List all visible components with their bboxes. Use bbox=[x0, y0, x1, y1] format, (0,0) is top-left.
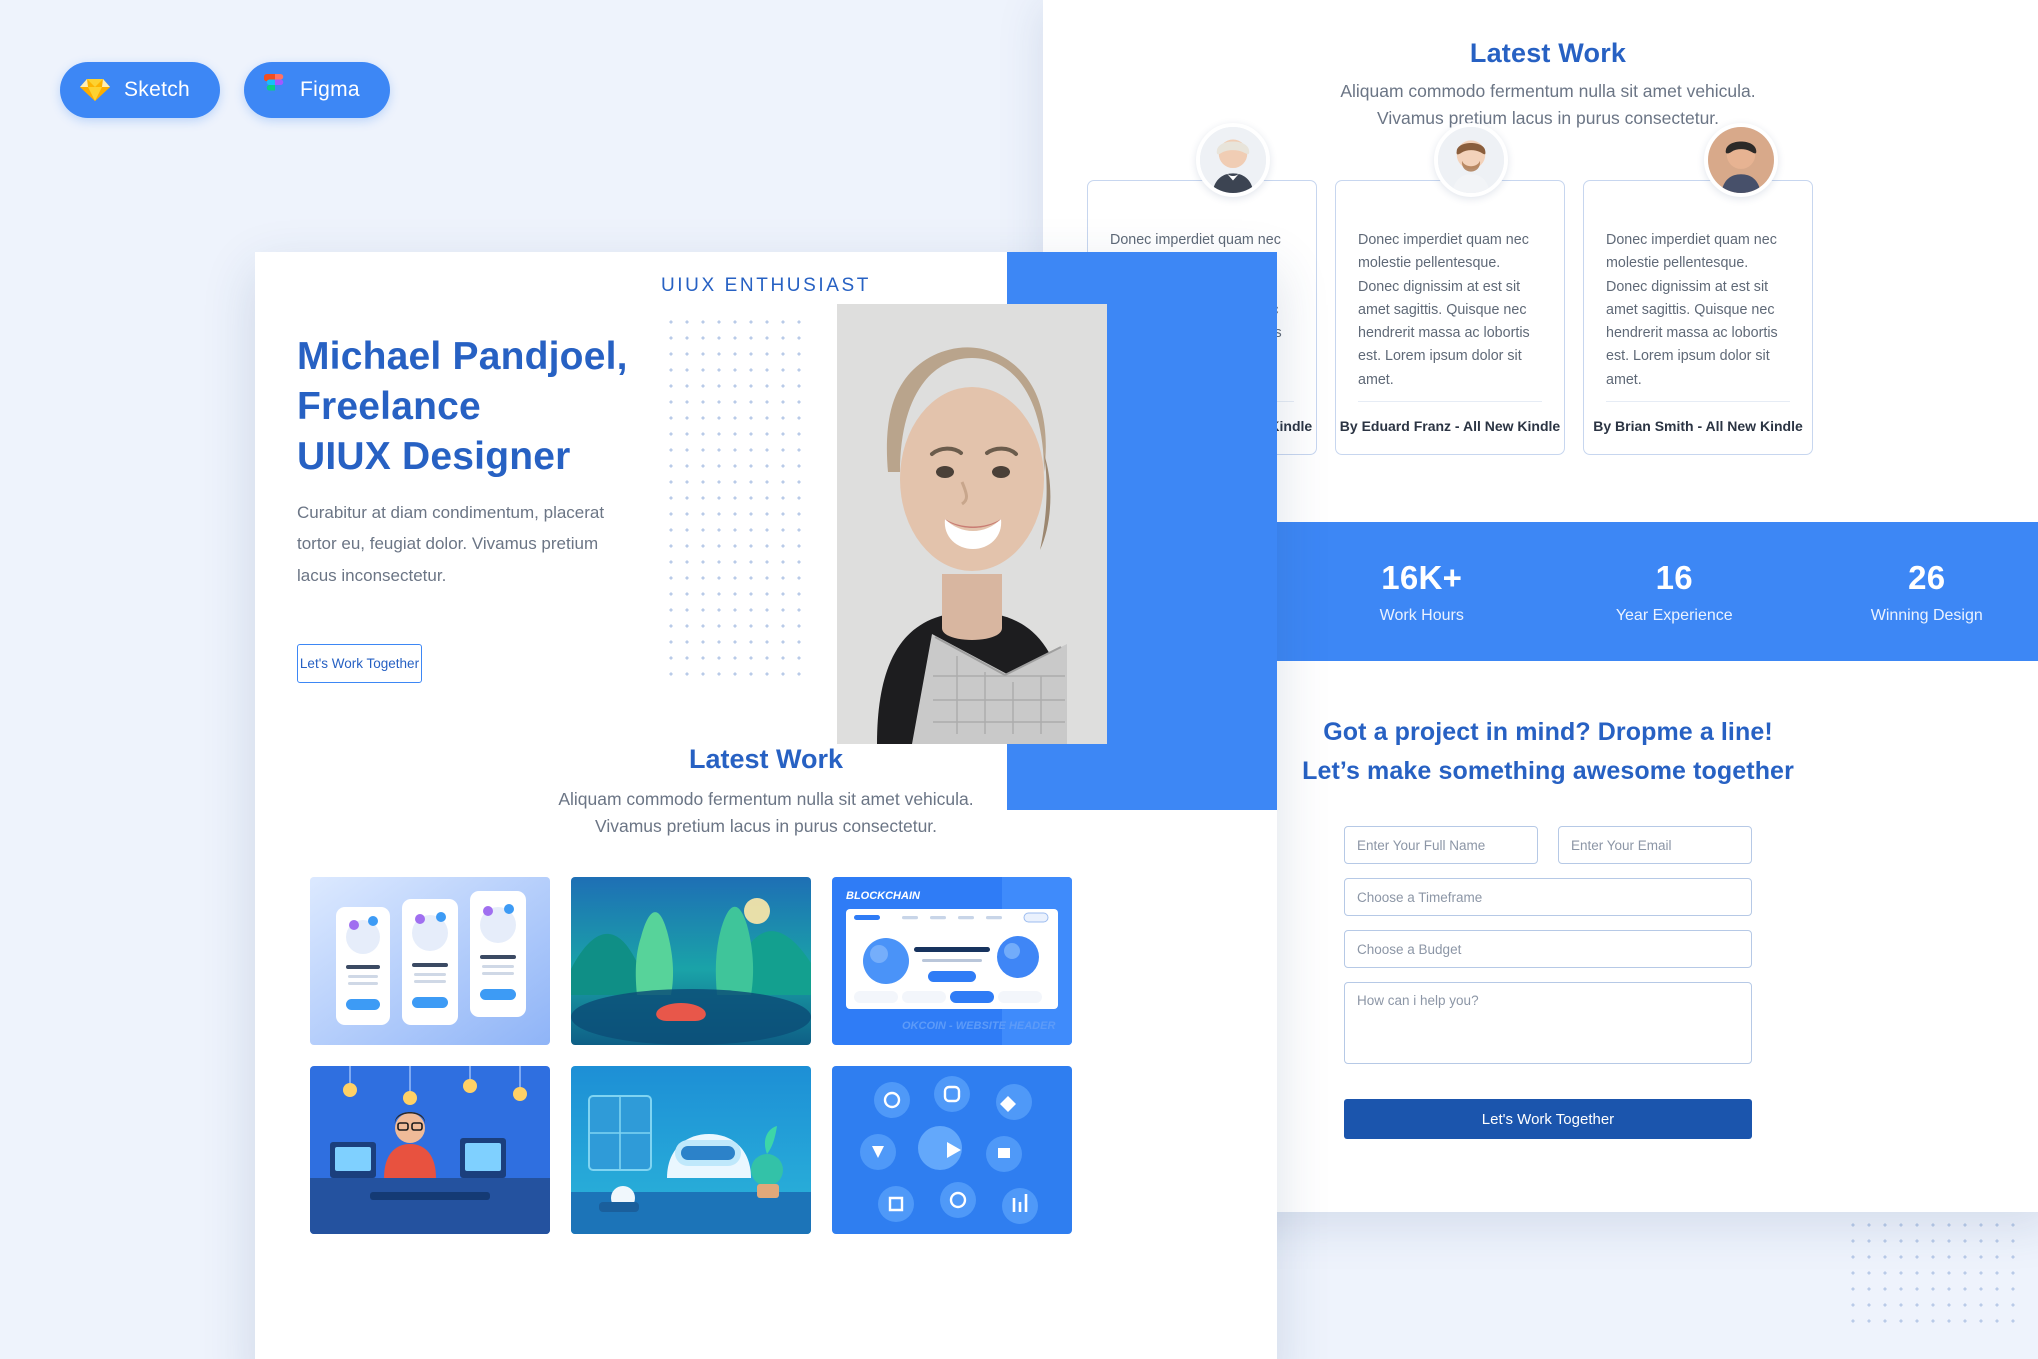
hero-title-line1: Michael Pandjoel, bbox=[297, 335, 628, 378]
right-latest-work-title: Latest Work bbox=[1469, 38, 1627, 68]
hero-title: Michael Pandjoel, Freelance UIUX Designe… bbox=[297, 332, 717, 482]
right-subtitle-line1: Aliquam commodo fermentum nulla sit amet… bbox=[1340, 81, 1756, 101]
stat-item: 16 Year Experience bbox=[1548, 559, 1801, 625]
email-input[interactable] bbox=[1558, 826, 1752, 864]
portfolio-thumb-vr-scene[interactable] bbox=[571, 1066, 811, 1234]
stat-label: Winning Design bbox=[1870, 606, 1983, 624]
stat-item: 16K+ Work Hours bbox=[1296, 559, 1549, 625]
hero-title-line3: UIUX Designer bbox=[297, 434, 571, 478]
testimonial-quote: Donec imperdiet quam nec molestie pellen… bbox=[1606, 232, 1778, 388]
testimonial-card[interactable]: Donec imperdiet quam nec molestie pellen… bbox=[1335, 123, 1565, 455]
portfolio-grid: BLOCKCHAIN OKCOIN - WEBSITE HEADER bbox=[310, 877, 1072, 1234]
portfolio-thumb-blockchain-header[interactable]: BLOCKCHAIN OKCOIN - WEBSITE HEADER bbox=[832, 877, 1072, 1045]
left-subtitle-line2: Vivamus pretium lacus in purus consectet… bbox=[594, 816, 938, 837]
message-textarea[interactable] bbox=[1344, 982, 1752, 1064]
stat-item: 26 Winning Design bbox=[1801, 559, 2038, 625]
sketch-diamond-icon bbox=[80, 77, 110, 103]
stat-number: 26 bbox=[1908, 558, 1946, 596]
right-subtitle-line2: Vivamus pretium lacus in purus consectet… bbox=[1376, 108, 1720, 129]
sketch-badge-label: Sketch bbox=[124, 78, 190, 101]
card-divider bbox=[1358, 401, 1542, 402]
stat-label: Work Hours bbox=[1379, 606, 1464, 624]
left-subtitle-line1: Aliquam commodo fermentum nulla sit amet… bbox=[558, 789, 974, 809]
presentation-stage: Latest Work Aliquam commodo fermentum nu… bbox=[0, 0, 2038, 1359]
portfolio-thumb-office-illustration[interactable] bbox=[310, 1066, 550, 1234]
left-latest-work-title: Latest Work bbox=[688, 744, 844, 774]
sketch-badge[interactable]: Sketch bbox=[60, 62, 220, 118]
hero-eyebrow: UIUX ENTHUSIAST bbox=[660, 275, 872, 296]
full-name-input[interactable] bbox=[1344, 826, 1538, 864]
submit-button[interactable]: Let's Work Together bbox=[1344, 1099, 1752, 1139]
stat-label: Year Experience bbox=[1615, 606, 1733, 624]
avatar-man-dark-hair bbox=[1704, 123, 1778, 197]
testimonial-quote: Donec imperdiet quam nec molestie pellen… bbox=[1358, 232, 1530, 388]
portfolio-thumb-mobile-onboarding[interactable] bbox=[310, 877, 550, 1045]
tool-badge-group: Sketch Figma bbox=[60, 62, 390, 118]
portfolio-thumb-app-icon-set[interactable] bbox=[832, 1066, 1072, 1234]
testimonial-card[interactable]: Donec imperdiet quam nec molestie pellen… bbox=[1583, 123, 1813, 455]
timeframe-select[interactable] bbox=[1344, 878, 1752, 916]
figma-badge[interactable]: Figma bbox=[244, 62, 390, 118]
svg-text:BLOCKCHAIN: BLOCKCHAIN bbox=[846, 890, 921, 902]
main-page-panel: UIUX ENTHUSIAST Michael Pandjoel, Freela… bbox=[255, 252, 1277, 1359]
portfolio-thumb-landscape-illustration[interactable] bbox=[571, 877, 811, 1045]
figma-logo-icon bbox=[264, 74, 286, 106]
contact-form: Let's Work Together bbox=[1344, 826, 1752, 1139]
avatar-woman-blonde bbox=[1196, 123, 1270, 197]
hero-title-line2: Freelance bbox=[297, 384, 481, 428]
right-latest-work-subtitle: Aliquam commodo fermentum nulla sit amet… bbox=[1043, 78, 2038, 132]
avatar-man-beard bbox=[1434, 123, 1508, 197]
svg-text:OKCOIN - WEBSITE HEADER: OKCOIN - WEBSITE HEADER bbox=[902, 1020, 1055, 1032]
stat-number: 16K+ bbox=[1381, 558, 1463, 596]
hero-portrait-photo bbox=[837, 304, 1107, 744]
stat-number: 16 bbox=[1655, 558, 1693, 596]
form-row-name-email bbox=[1344, 826, 1752, 864]
left-latest-work-subtitle: Aliquam commodo fermentum nulla sit amet… bbox=[255, 786, 1277, 840]
hero-paragraph: Curabitur at diam condimentum, placerat … bbox=[297, 503, 605, 585]
budget-select[interactable] bbox=[1344, 930, 1752, 968]
testimonial-author: By Brian Smith - All New Kindle bbox=[1593, 418, 1803, 434]
hero-cta-button[interactable]: Let's Work Together bbox=[297, 644, 422, 683]
card-divider bbox=[1606, 401, 1790, 402]
figma-badge-label: Figma bbox=[300, 78, 360, 101]
testimonial-author: By Eduard Franz - All New Kindle bbox=[1339, 418, 1561, 434]
